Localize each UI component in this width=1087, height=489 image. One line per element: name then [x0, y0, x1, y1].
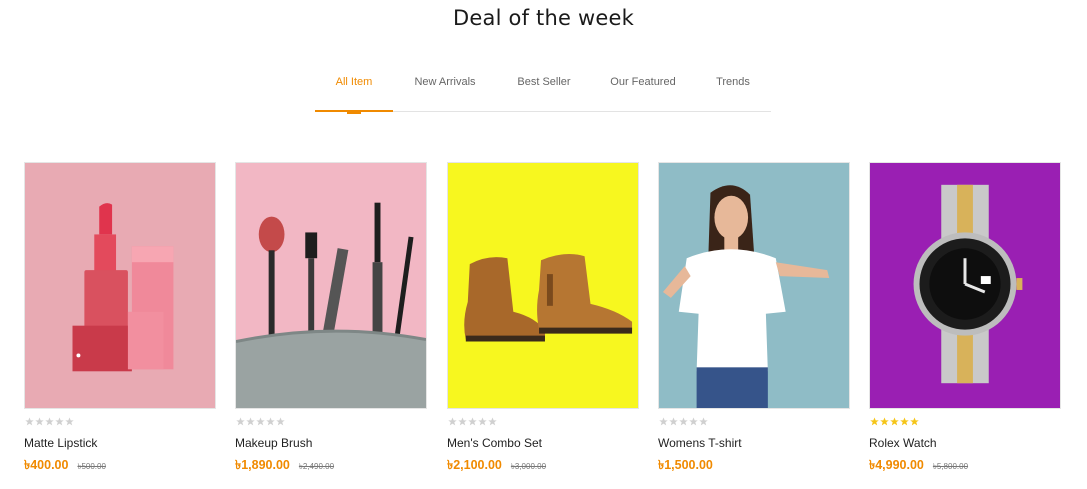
price-row: ৳1,500.00	[658, 457, 722, 477]
star-icon	[468, 417, 477, 426]
product-old-price: ৳2,490.00	[298, 462, 335, 471]
star-icon	[25, 417, 34, 426]
rating-stars	[25, 417, 74, 427]
star-icon	[870, 417, 879, 426]
product-price: ৳400.00	[24, 458, 69, 472]
price-row: ৳1,890.00 ৳2,490.00	[235, 457, 334, 477]
rating-stars	[659, 417, 708, 427]
star-icon	[65, 417, 74, 426]
price-row: ৳2,100.00 ৳3,000.00	[447, 457, 546, 477]
product-grid: Matte Lipstick ৳400.00 ৳500.00 Makeup Br…	[0, 162, 1087, 482]
star-icon	[55, 417, 64, 426]
star-icon	[45, 417, 54, 426]
makeup-brush-image[interactable]	[235, 162, 427, 409]
product-card[interactable]: Womens T-shirt ৳1,500.00	[658, 162, 850, 482]
price-row: ৳400.00 ৳500.00	[24, 457, 106, 477]
product-name[interactable]: Men's Combo Set	[447, 436, 542, 450]
product-card[interactable]: Rolex Watch ৳4,990.00 ৳5,800.00	[869, 162, 1061, 482]
star-icon	[659, 417, 668, 426]
product-name[interactable]: Matte Lipstick	[24, 436, 97, 450]
star-icon	[679, 417, 688, 426]
star-icon	[669, 417, 678, 426]
star-icon	[35, 417, 44, 426]
woman-tshirt-image[interactable]	[658, 162, 850, 409]
star-icon	[266, 417, 275, 426]
section-title: Deal of the week	[453, 6, 634, 30]
star-icon	[458, 417, 467, 426]
price-row: ৳4,990.00 ৳5,800.00	[869, 457, 968, 477]
tab-bar: All Item New Arrivals Best Seller Our Fe…	[315, 62, 771, 114]
tab-new-arrivals[interactable]: New Arrivals	[414, 76, 475, 88]
star-icon	[880, 417, 889, 426]
tab-trends[interactable]: Trends	[716, 76, 750, 88]
rating-stars	[236, 417, 285, 427]
product-price: ৳4,990.00	[869, 458, 924, 472]
product-price: ৳1,500.00	[658, 458, 713, 472]
star-icon	[448, 417, 457, 426]
product-old-price: ৳500.00	[77, 462, 106, 471]
star-icon	[276, 417, 285, 426]
tab-all-item[interactable]: All Item	[336, 76, 373, 88]
lipstick-image[interactable]	[24, 162, 216, 409]
star-icon	[910, 417, 919, 426]
product-name[interactable]: Makeup Brush	[235, 436, 312, 450]
star-icon	[689, 417, 698, 426]
star-icon	[246, 417, 255, 426]
watch-image[interactable]	[869, 162, 1061, 409]
product-name[interactable]: Womens T-shirt	[658, 436, 742, 450]
product-old-price: ৳5,800.00	[932, 462, 969, 471]
product-price: ৳2,100.00	[447, 458, 502, 472]
product-name[interactable]: Rolex Watch	[869, 436, 937, 450]
product-price: ৳1,890.00	[235, 458, 290, 472]
star-icon	[478, 417, 487, 426]
rating-stars	[870, 417, 919, 427]
product-card[interactable]: Men's Combo Set ৳2,100.00 ৳3,000.00	[447, 162, 639, 482]
boots-image[interactable]	[447, 162, 639, 409]
product-card[interactable]: Matte Lipstick ৳400.00 ৳500.00	[24, 162, 216, 482]
product-card[interactable]: Makeup Brush ৳1,890.00 ৳2,490.00	[235, 162, 427, 482]
rating-stars	[448, 417, 497, 427]
tab-our-featured[interactable]: Our Featured	[610, 76, 675, 88]
star-icon	[236, 417, 245, 426]
star-icon	[488, 417, 497, 426]
tab-best-seller[interactable]: Best Seller	[517, 76, 570, 88]
star-icon	[256, 417, 265, 426]
star-icon	[900, 417, 909, 426]
star-icon	[699, 417, 708, 426]
active-tab-notch	[347, 112, 361, 114]
product-old-price: ৳3,000.00	[510, 462, 547, 471]
star-icon	[890, 417, 899, 426]
